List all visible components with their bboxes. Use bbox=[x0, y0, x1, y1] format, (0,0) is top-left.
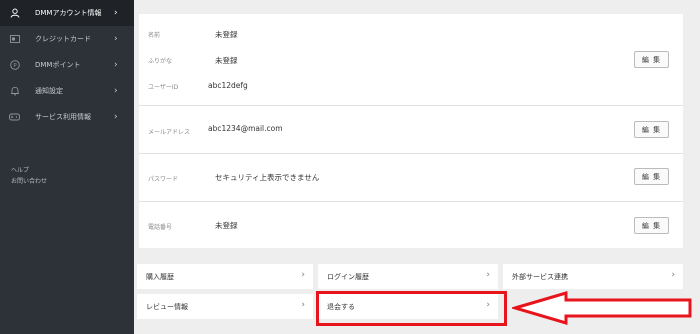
external-services-link[interactable]: 外部サービス連携 › bbox=[503, 264, 683, 289]
highlight-box bbox=[316, 291, 507, 326]
name-value: 未登録 bbox=[215, 30, 238, 39]
sidebar-item-credit-card[interactable]: クレジットカード › bbox=[0, 26, 134, 52]
login-history-link[interactable]: ログイン履歴 › bbox=[318, 264, 498, 289]
sidebar-item-account[interactable]: DMMアカウント情報 › bbox=[0, 0, 134, 26]
chevron-right-icon: › bbox=[301, 270, 305, 280]
sidebar-item-service-usage[interactable]: サービス利用情報 › bbox=[0, 104, 134, 130]
link-label: レビュー情報 bbox=[146, 303, 188, 311]
bell-icon bbox=[9, 86, 20, 97]
review-info-link[interactable]: レビュー情報 › bbox=[137, 294, 313, 319]
edit-phone-button[interactable]: 編 集 bbox=[634, 217, 669, 234]
email-value: abc1234@mail.com bbox=[208, 124, 283, 133]
userid-value: abc12defg bbox=[208, 81, 248, 90]
chevron-right-icon: › bbox=[114, 60, 118, 70]
edit-email-button[interactable]: 編 集 bbox=[634, 121, 669, 138]
divider bbox=[139, 105, 683, 106]
help-link[interactable]: ヘルプ bbox=[11, 165, 29, 174]
kana-value: 未登録 bbox=[215, 56, 238, 65]
divider bbox=[139, 201, 683, 202]
edit-profile-button[interactable]: 編 集 bbox=[634, 51, 669, 68]
credit-card-icon bbox=[9, 34, 20, 45]
userid-label: ユーザーID bbox=[148, 84, 179, 91]
password-label: パスワード bbox=[148, 176, 179, 183]
name-label: 名前 bbox=[148, 32, 161, 39]
point-coin-icon: P bbox=[9, 60, 20, 71]
gamepad-icon bbox=[9, 112, 20, 123]
user-icon bbox=[9, 8, 20, 19]
sidebar: DMMアカウント情報 › クレジットカード › P DMMポイント › 通知設定… bbox=[0, 0, 134, 334]
kana-label: ふりがな bbox=[148, 58, 173, 65]
chevron-right-icon: › bbox=[671, 270, 675, 280]
sidebar-item-points[interactable]: P DMMポイント › bbox=[0, 52, 134, 78]
purchase-history-link[interactable]: 購入履歴 › bbox=[137, 264, 313, 289]
sidebar-item-label: DMMポイント bbox=[35, 61, 81, 69]
chevron-right-icon: › bbox=[301, 300, 305, 310]
phone-label: 電話番号 bbox=[148, 224, 173, 231]
sidebar-item-label: クレジットカード bbox=[35, 35, 91, 43]
phone-value: 未登録 bbox=[215, 221, 238, 230]
sidebar-item-notifications[interactable]: 通知設定 › bbox=[0, 78, 134, 104]
chevron-right-icon: › bbox=[486, 270, 490, 280]
contact-link[interactable]: お問い合わせ bbox=[11, 176, 47, 185]
edit-password-button[interactable]: 編 集 bbox=[634, 168, 669, 185]
arrow-left-icon bbox=[512, 290, 692, 326]
link-label: 外部サービス連携 bbox=[512, 273, 568, 281]
link-label: 購入履歴 bbox=[146, 273, 174, 281]
chevron-right-icon: › bbox=[114, 86, 118, 96]
link-label: ログイン履歴 bbox=[327, 273, 369, 281]
sidebar-item-label: サービス利用情報 bbox=[35, 113, 91, 121]
password-value: セキュリティ上表示できません bbox=[215, 173, 320, 182]
svg-text:P: P bbox=[13, 63, 17, 69]
sidebar-item-label: 通知設定 bbox=[35, 87, 63, 95]
divider bbox=[139, 153, 683, 154]
sidebar-item-label: DMMアカウント情報 bbox=[35, 9, 102, 17]
email-label: メールアドレス bbox=[148, 129, 191, 136]
chevron-right-icon: › bbox=[114, 112, 118, 122]
chevron-right-icon: › bbox=[114, 8, 118, 18]
chevron-right-icon: › bbox=[114, 34, 118, 44]
